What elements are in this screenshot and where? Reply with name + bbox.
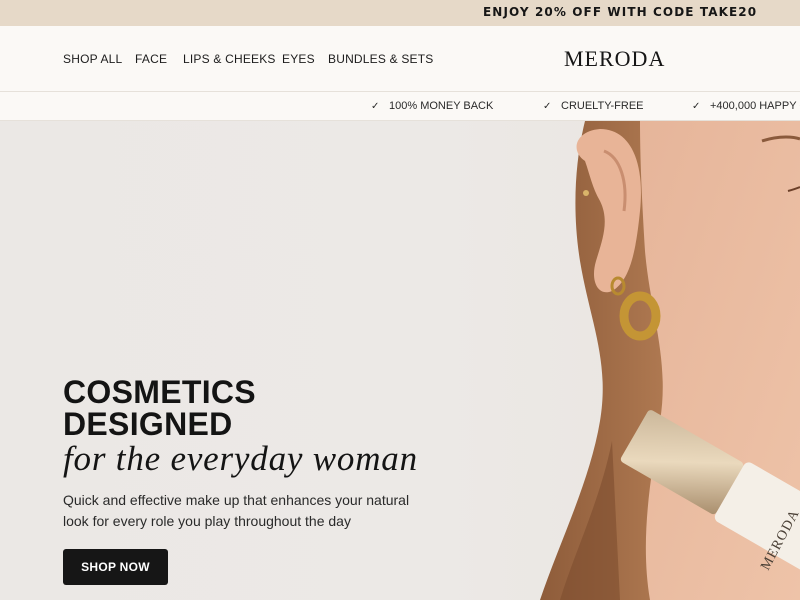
usp-label: 100% MONEY BACK [389, 100, 494, 112]
announcement-text: ENJOY 20% OFF WITH CODE TAKE20 [483, 5, 758, 19]
hero-description: Quick and effective make up that enhance… [63, 492, 410, 529]
check-icon: ✓ [543, 101, 552, 112]
site-header: SHOP ALL FACE LIPS & CHEEKS EYES BUNDLES… [0, 26, 800, 92]
announcement-bar: ENJOY 20% OFF WITH CODE TAKE20 [0, 0, 800, 26]
earring-stud-icon [583, 190, 589, 196]
hero-headline: COSMETICS DESIGNED [63, 376, 323, 440]
nav-eyes[interactable]: EYES [282, 52, 315, 66]
site-logo[interactable]: MERODA [564, 46, 665, 72]
usp-item: ✓ CRUELTY-FREE [543, 100, 644, 112]
shop-now-button[interactable]: SHOP NOW [63, 549, 168, 585]
usp-bar: ✓ 100% MONEY BACK ✓ CRUELTY-FREE ✓ +400,000… [0, 92, 800, 121]
hero-banner: MERODA COSMETICS DESIGNED for the everyd… [0, 121, 800, 600]
usp-item: ✓ 100% MONEY BACK [371, 100, 493, 112]
headline-line-2: DESIGNED [63, 406, 233, 442]
usp-label: CRUELTY-FREE [561, 100, 644, 112]
nav-bundles-sets[interactable]: BUNDLES & SETS [328, 52, 434, 66]
hero-subheadline: for the everyday woman [63, 439, 418, 478]
nav-face[interactable]: FACE [135, 52, 167, 66]
usp-item: ✓ +400,000 HAPPY C [692, 100, 800, 112]
check-icon: ✓ [692, 101, 701, 112]
nav-lips-cheeks[interactable]: LIPS & CHEEKS [183, 52, 276, 66]
usp-label: +400,000 HAPPY C [710, 100, 800, 112]
headline-line-1: COSMETICS [63, 374, 256, 410]
nav-shop-all[interactable]: SHOP ALL [63, 52, 122, 66]
check-icon: ✓ [371, 101, 380, 112]
